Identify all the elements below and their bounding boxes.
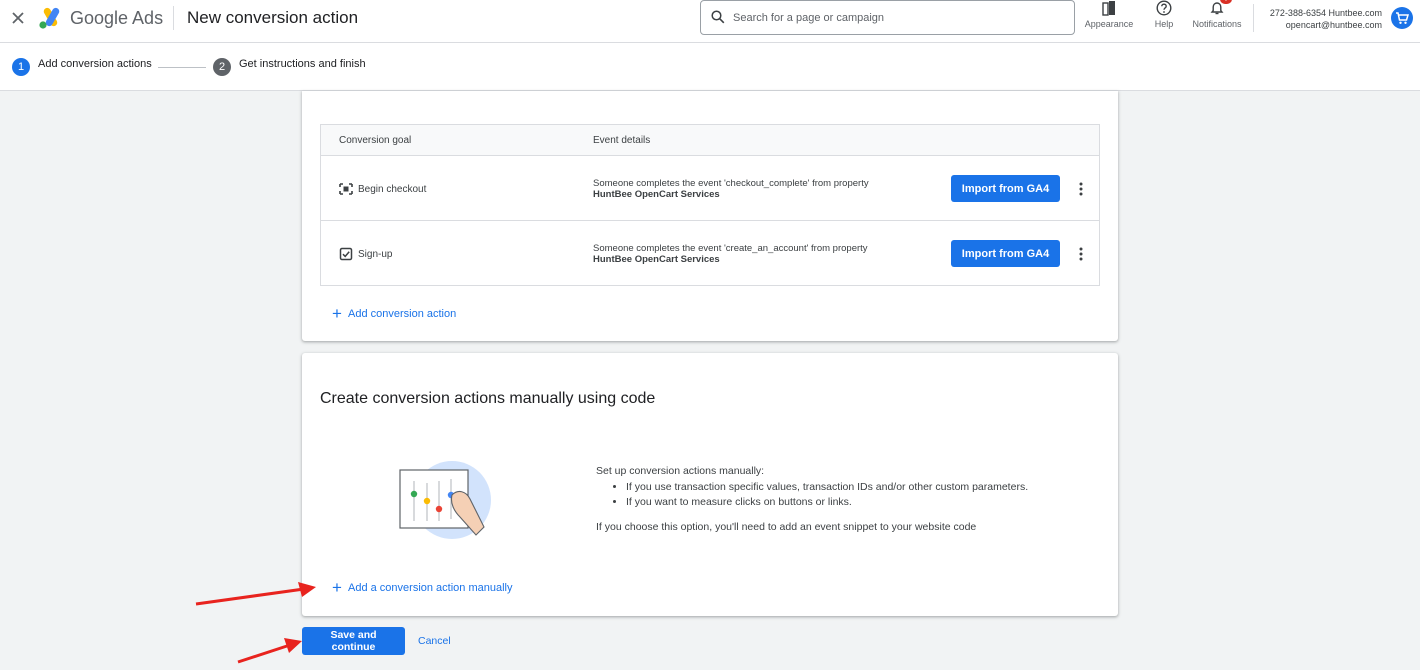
annotation-arrow-icon xyxy=(237,638,302,664)
more-options-icon[interactable] xyxy=(1076,245,1086,263)
account-info[interactable]: 272-388-6354 Huntbee.com opencart@huntbe… xyxy=(1270,7,1382,31)
plus-icon: + xyxy=(332,578,342,597)
google-ads-logo xyxy=(39,7,60,29)
table-row: Begin checkout Someone completes the eve… xyxy=(321,156,1099,221)
stepper: 1 Add conversion actions 2 Get instructi… xyxy=(0,43,1420,91)
account-avatar[interactable] xyxy=(1391,7,1413,29)
table-header: Conversion goal Event details xyxy=(321,125,1099,156)
add-manual-conversion-label: Add a conversion action manually xyxy=(348,582,513,594)
goal-label: Sign-up xyxy=(358,249,393,260)
more-options-icon[interactable] xyxy=(1076,180,1086,198)
search-icon xyxy=(711,10,725,24)
header-divider-right xyxy=(1253,4,1254,32)
step-connector xyxy=(158,67,206,68)
conversion-table: Conversion goal Event details Begin chec… xyxy=(320,124,1100,286)
brand-name: Google Ads xyxy=(70,8,164,28)
page-title: New conversion action xyxy=(187,8,359,27)
event-detail-text: Someone completes the event 'create_an_a… xyxy=(593,243,868,254)
illustration-icon xyxy=(399,461,491,539)
list-item: If you want to measure clicks on buttons… xyxy=(626,495,1028,510)
list-item: If you use transaction specific values, … xyxy=(626,480,1028,495)
step-2-label: Get instructions and finish xyxy=(239,58,366,70)
help-button[interactable]: Help xyxy=(1150,0,1178,29)
step-1-label: Add conversion actions xyxy=(38,58,152,70)
checkout-icon xyxy=(339,183,353,195)
help-icon xyxy=(1156,0,1172,16)
save-and-continue-button[interactable]: Save and continue xyxy=(302,627,405,655)
event-details: Someone completes the event 'create_an_a… xyxy=(593,243,868,265)
cart-icon xyxy=(1396,12,1410,24)
appearance-icon xyxy=(1102,1,1115,16)
goal-label: Begin checkout xyxy=(358,184,427,195)
manual-conversion-card: Create conversion actions manually using… xyxy=(302,353,1118,616)
checkbox-icon xyxy=(339,247,353,261)
search-box[interactable] xyxy=(700,0,1075,35)
close-icon[interactable] xyxy=(9,9,27,27)
import-from-ga4-button[interactable]: Import from GA4 xyxy=(951,240,1060,267)
plus-icon: + xyxy=(332,304,342,323)
event-property: HuntBee OpenCart Services xyxy=(593,189,720,200)
top-bar: Google Ads New conversion action Appeara… xyxy=(0,0,1420,43)
notifications-button[interactable]: ! Notifications xyxy=(1188,0,1246,29)
event-detail-text: Someone completes the event 'checkout_co… xyxy=(593,178,869,189)
help-label: Help xyxy=(1154,19,1174,29)
manual-bullets: If you use transaction specific values, … xyxy=(612,480,1028,510)
event-property: HuntBee OpenCart Services xyxy=(593,254,720,265)
step-1-number: 1 xyxy=(12,58,30,76)
account-email: opencart@huntbee.com xyxy=(1285,20,1382,30)
section-title: Create conversion actions manually using… xyxy=(320,390,656,407)
manual-note: If you choose this option, you'll need t… xyxy=(596,521,977,533)
appearance-label: Appearance xyxy=(1084,19,1134,29)
search-input[interactable] xyxy=(731,6,1061,30)
manual-intro: Set up conversion actions manually: xyxy=(596,465,765,477)
appearance-button[interactable]: Appearance xyxy=(1083,0,1135,29)
event-details: Someone completes the event 'checkout_co… xyxy=(593,178,869,200)
add-conversion-action-label: Add conversion action xyxy=(348,308,457,320)
notification-badge: ! xyxy=(1220,0,1232,4)
column-event-details: Event details xyxy=(593,135,651,146)
step-2-number: 2 xyxy=(213,58,231,76)
header-divider xyxy=(173,6,174,30)
import-from-ga4-button[interactable]: Import from GA4 xyxy=(951,175,1060,202)
ga4-conversions-card: Conversion goal Event details Begin chec… xyxy=(302,91,1118,341)
account-id: 272-388-6354 Huntbee.com xyxy=(1269,8,1382,18)
cancel-link[interactable]: Cancel xyxy=(418,635,451,647)
table-row: Sign-up Someone completes the event 'cre… xyxy=(321,221,1099,286)
column-conversion-goal: Conversion goal xyxy=(339,135,412,146)
notifications-label: Notifications xyxy=(1192,19,1242,29)
